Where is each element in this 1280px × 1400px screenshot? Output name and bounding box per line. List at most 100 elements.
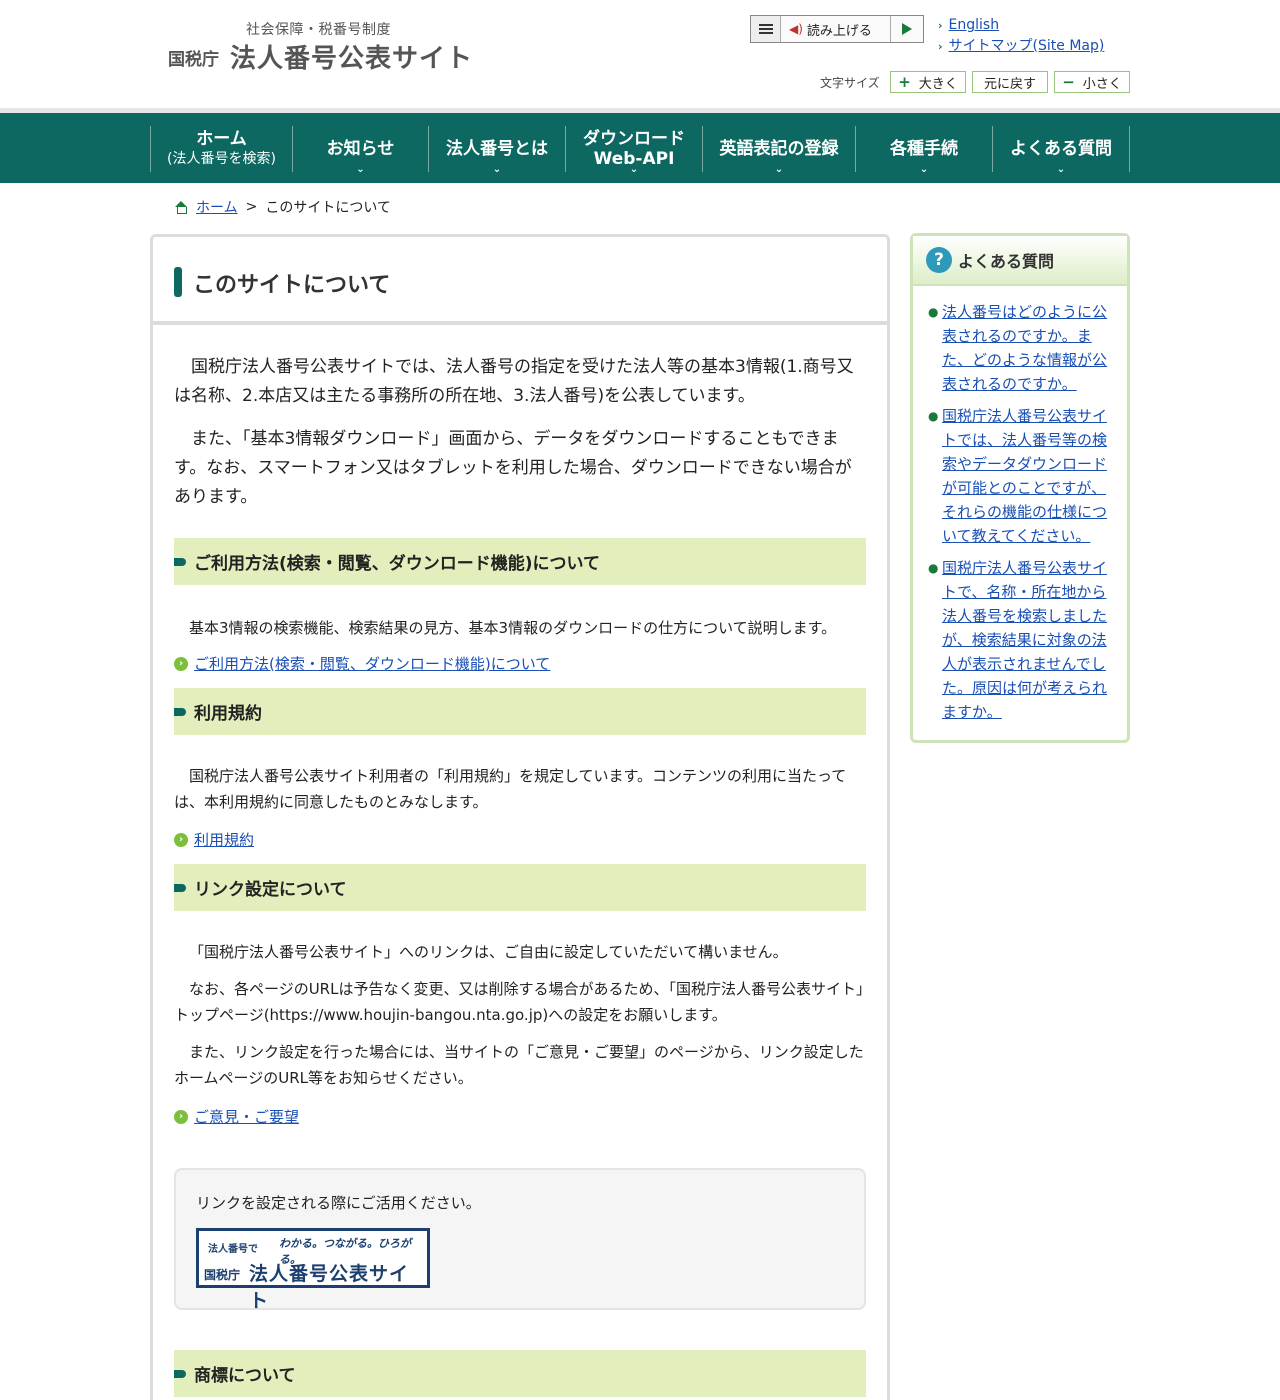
font-smaller-label: 小さく	[1082, 76, 1122, 92]
heading-marker	[174, 707, 186, 716]
nav-item-procedures[interactable]: 各種手続 ⌄	[855, 126, 992, 175]
site-banner-image[interactable]: 法人番号で わかる。つながる。ひろがる。 国税庁 法人番号公表サイト	[196, 1228, 430, 1312]
english-link[interactable]: English	[949, 15, 1000, 36]
site-logo-title[interactable]: 法人番号公表サイト	[230, 38, 473, 75]
breadcrumb-home-link[interactable]: ホーム	[196, 197, 238, 217]
font-larger-button[interactable]: + 大きく	[890, 71, 966, 93]
feedback-link-row: › ご意見・ご要望	[174, 1106, 299, 1127]
font-size-label: 文字サイズ	[820, 76, 880, 90]
terms-link[interactable]: 利用規約	[194, 829, 254, 850]
arrow-circle-icon: ›	[174, 656, 188, 671]
banner-top-text: 法人番号で	[208, 1244, 258, 1255]
section-heading-terms: 利用規約	[174, 688, 866, 735]
english-link-row: › English	[938, 15, 1104, 36]
sitemap-link-row: › サイトマップ(Site Map)	[938, 36, 1104, 57]
read-aloud-toolbar: ◀) 読み上げる	[750, 15, 924, 43]
section-body: 基本3情報の検索機能、検索結果の見方、基本3情報のダウンロードの仕方について説明…	[189, 619, 837, 637]
heading-marker	[174, 557, 186, 566]
faq-link[interactable]: 国税庁法人番号公表サイトでは、法人番号等の検索やデータダウンロードが可能とのこと…	[942, 404, 1118, 548]
section-body: 国税庁法人番号公表サイト利用者の「利用規約」を規定しています。コンテンツの利用に…	[174, 767, 847, 811]
arrow-circle-icon: ›	[174, 832, 188, 847]
section-body: また、リンク設定を行った場合には、当サイトの「ご意見・ご要望」のページから、リン…	[174, 1043, 864, 1087]
font-smaller-button[interactable]: − 小さく	[1054, 71, 1130, 93]
global-nav: ホーム (法人番号を検索) お知らせ ⌄ 法人番号とは ⌄ ダウンロード Web…	[0, 113, 1280, 183]
banner-title: 法人番号公表サイト	[249, 1263, 410, 1312]
nav-label: 法人番号とは	[446, 139, 548, 159]
section-heading-text: 商標について	[194, 1366, 296, 1386]
page-title: このサイトについて	[193, 273, 391, 298]
sitemap-link[interactable]: サイトマップ(Site Map)	[949, 36, 1105, 57]
minus-icon: −	[1062, 73, 1075, 91]
chevron-down-icon: ⌄	[356, 164, 365, 175]
chevron-down-icon: ⌄	[492, 164, 502, 175]
play-button[interactable]	[891, 16, 923, 42]
nav-label: 英語表記の登録	[719, 139, 839, 159]
question-icon: ?	[926, 247, 952, 273]
chevron-down-icon: ⌄	[774, 164, 784, 175]
nav-label: 各種手続	[890, 139, 958, 159]
nav-item-home[interactable]: ホーム (法人番号を検索)	[150, 126, 292, 172]
list-item: ● 国税庁法人番号公表サイトで、名称・所在地から法人番号を検索しましたが、検索結…	[928, 556, 1118, 724]
intro-text: 国税庁法人番号公表サイトでは、法人番号の指定を受けた法人等の基本3情報(1.商号…	[174, 353, 868, 512]
chevron-down-icon: ⌄	[629, 164, 639, 175]
chevron-right-icon: ›	[938, 40, 943, 53]
faq-sidebar: ? よくある質問 ● 法人番号はどのように公表されるのですか。また、どのような情…	[910, 233, 1130, 743]
faq-link[interactable]: 法人番号はどのように公表されるのですか。また、どのような情報が公表されるのですか…	[942, 300, 1118, 396]
banner-note: リンクを設定される際にご活用ください。	[196, 1194, 481, 1212]
section-heading-usage: ご利用方法(検索・閲覧、ダウンロード機能)について	[174, 538, 866, 585]
bullet-icon: ●	[928, 561, 939, 575]
menu-icon-line	[758, 32, 773, 34]
section-heading-linking: リンク設定について	[174, 864, 866, 911]
page-title-area: このサイトについて	[153, 237, 887, 325]
list-item: ● 法人番号はどのように公表されるのですか。また、どのような情報が公表されるので…	[928, 300, 1118, 396]
play-icon	[902, 23, 912, 35]
chevron-down-icon: ⌄	[919, 164, 929, 175]
nav-item-download[interactable]: ダウンロード Web-API ⌄	[565, 126, 702, 175]
nav-item-faq[interactable]: よくある質問 ⌄	[992, 126, 1129, 175]
faq-sidebar-header: ? よくある質問	[913, 236, 1127, 286]
heading-marker	[174, 883, 186, 892]
usage-link-row: › ご利用方法(検索・閲覧、ダウンロード機能)について	[174, 653, 550, 674]
bullet-icon: ●	[928, 305, 939, 319]
read-aloud-menu-button[interactable]	[751, 16, 781, 42]
section-heading-trademark: 商標について	[174, 1350, 866, 1397]
bullet-icon: ●	[928, 409, 939, 423]
nav-item-about-number[interactable]: 法人番号とは ⌄	[428, 126, 565, 175]
font-reset-button[interactable]: 元に戻す	[972, 71, 1048, 93]
breadcrumb-separator: >	[245, 199, 258, 215]
read-aloud-label: 読み上げる	[806, 23, 872, 39]
section-heading-text: 利用規約	[194, 704, 262, 724]
link-banner-box: リンクを設定される際にご活用ください。 法人番号で わかる。つながる。ひろがる。…	[174, 1168, 866, 1312]
arrow-circle-icon: ›	[174, 1109, 188, 1124]
plus-icon: +	[898, 73, 911, 91]
faq-list: ● 法人番号はどのように公表されるのですか。また、どのような情報が公表されるので…	[928, 300, 1118, 732]
breadcrumb-current: このサイトについて	[265, 200, 391, 216]
intro-paragraph: また、「基本3情報ダウンロード」画面から、データをダウンロードすることもできます…	[174, 429, 852, 507]
nav-item-news[interactable]: お知らせ ⌄	[292, 126, 428, 175]
menu-icon-line	[758, 28, 773, 30]
menu-icon-line	[758, 24, 773, 26]
usage-link[interactable]: ご利用方法(検索・閲覧、ダウンロード機能)について	[194, 653, 550, 674]
main-content: このサイトについて 国税庁法人番号公表サイトでは、法人番号の指定を受けた法人等の…	[150, 234, 890, 1400]
nav-sublabel: (法人番号を検索)	[167, 151, 276, 167]
font-larger-label: 大きく	[918, 76, 958, 92]
nav-label: ダウンロード	[583, 129, 685, 149]
chevron-down-icon: ⌄	[1056, 164, 1066, 175]
faq-sidebar-title: よくある質問	[958, 252, 1055, 271]
intro-paragraph: 国税庁法人番号公表サイトでは、法人番号の指定を受けた法人等の基本3情報(1.商号…	[174, 357, 854, 406]
nav-label: お知らせ	[326, 139, 395, 159]
read-aloud-button[interactable]: ◀) 読み上げる	[781, 16, 891, 42]
chevron-right-icon: ›	[938, 19, 943, 32]
font-reset-label: 元に戻す	[983, 76, 1036, 92]
nav-item-english-registration[interactable]: 英語表記の登録 ⌄	[702, 126, 855, 175]
breadcrumb: ホーム > このサイトについて	[174, 197, 391, 217]
faq-link[interactable]: 国税庁法人番号公表サイトで、名称・所在地から法人番号を検索しましたが、検索結果に…	[942, 556, 1118, 724]
logo-subtitle: 社会保障・税番号制度	[246, 22, 391, 38]
feedback-link[interactable]: ご意見・ご要望	[194, 1106, 299, 1127]
header-links: › English › サイトマップ(Site Map)	[938, 15, 1104, 57]
speaker-icon: ◀)	[789, 22, 803, 36]
nav-label: よくある質問	[1010, 139, 1112, 159]
section-body: 「国税庁法人番号公表サイト」へのリンクは、ご自由に設定していただいて構いません。	[189, 943, 788, 961]
heading-marker	[174, 1369, 186, 1378]
banner-agency: 国税庁	[204, 1268, 241, 1282]
